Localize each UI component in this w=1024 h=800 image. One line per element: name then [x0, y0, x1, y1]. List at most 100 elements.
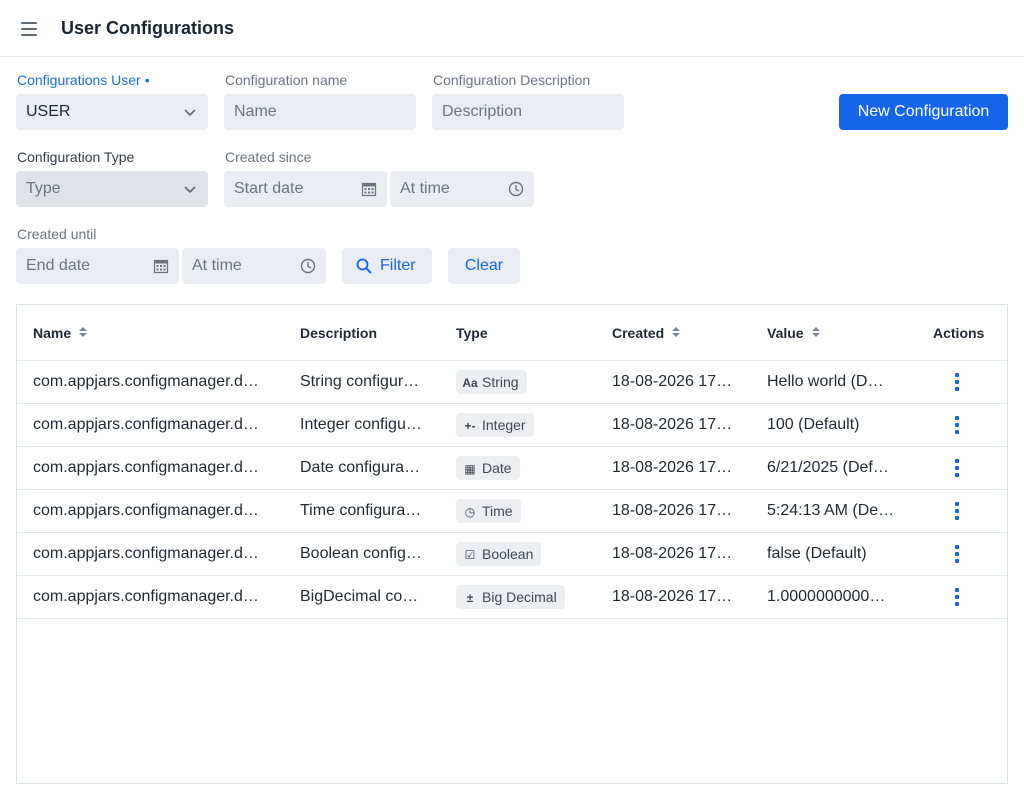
- cell-value: false (Default): [767, 545, 867, 562]
- cell-created: 18-08-2026 17…: [612, 545, 733, 562]
- filter-button-label: Filter: [380, 257, 416, 274]
- sort-icon[interactable]: [811, 327, 820, 339]
- table-row[interactable]: com.appjars.configmanager.d… String confi…: [17, 361, 1007, 404]
- type-icon: +-: [464, 419, 476, 433]
- type-badge-label: Boolean: [482, 546, 534, 562]
- created-until-field: Created until End date At time: [16, 224, 327, 284]
- cell-description: Boolean config…: [300, 545, 422, 562]
- created-since-date-input[interactable]: Start date: [224, 171, 387, 207]
- cell-value: 100 (Default): [767, 416, 860, 433]
- cell-name: com.appjars.configmanager.d…: [33, 502, 259, 519]
- user-field-label: Configurations User •: [17, 72, 150, 88]
- cell-value: 5:24:13 AM (De…: [767, 502, 895, 519]
- description-input[interactable]: Description: [432, 94, 624, 130]
- created-since-field: Created since Start date At time: [224, 147, 535, 207]
- table-row[interactable]: com.appjars.configmanager.d… BigDecimal c…: [17, 576, 1007, 619]
- type-badge: ± Big Decimal: [456, 585, 565, 609]
- page-title: User Configurations: [61, 18, 235, 38]
- cell-description: String configur…: [300, 373, 420, 390]
- cell-name: com.appjars.configmanager.d…: [33, 545, 259, 562]
- new-configuration-button[interactable]: New Configuration: [839, 94, 1008, 130]
- cell-value: 6/21/2025 (Def…: [767, 459, 889, 476]
- calendar-icon[interactable]: [361, 181, 377, 197]
- created-until-time-placeholder: At time: [192, 257, 242, 274]
- created-until-label: Created until: [17, 226, 97, 242]
- type-badge-label: String: [482, 374, 519, 390]
- clear-button[interactable]: Clear: [448, 248, 520, 284]
- description-field-label: Configuration Description: [433, 72, 591, 88]
- row-actions-icon[interactable]: [955, 373, 959, 391]
- created-since-label: Created since: [225, 149, 312, 165]
- calendar-icon[interactable]: [153, 258, 169, 274]
- type-icon: Aa: [462, 376, 478, 390]
- type-badge-label: Big Decimal: [482, 589, 557, 605]
- cell-name: com.appjars.configmanager.d…: [33, 373, 259, 390]
- row-actions-icon[interactable]: [955, 416, 959, 434]
- created-until-date-placeholder: End date: [26, 257, 91, 274]
- filter-button[interactable]: Filter: [342, 248, 432, 284]
- chevron-down-icon: [184, 109, 196, 117]
- sort-icon[interactable]: [672, 327, 681, 339]
- type-badge: ◷ Time: [456, 499, 521, 523]
- column-header-type: Type: [456, 325, 488, 341]
- cell-name: com.appjars.configmanager.d…: [33, 416, 259, 433]
- cell-description: Date configura…: [300, 459, 421, 476]
- table-row[interactable]: com.appjars.configmanager.d… Time configu…: [17, 490, 1007, 533]
- type-icon: ±: [466, 591, 474, 605]
- cell-created: 18-08-2026 17…: [612, 459, 733, 476]
- row-actions-icon[interactable]: [955, 545, 959, 563]
- created-since-time-input[interactable]: At time: [390, 171, 534, 207]
- type-badge-label: Time: [482, 503, 513, 519]
- name-field: Configuration name Name: [224, 70, 416, 130]
- clock-icon[interactable]: [508, 181, 524, 197]
- cell-description: Integer configu…: [300, 416, 422, 433]
- cell-description: Time configura…: [300, 502, 422, 519]
- chevron-down-icon: [184, 186, 196, 194]
- description-field: Configuration Description Description: [432, 70, 624, 130]
- row-actions-icon[interactable]: [955, 588, 959, 606]
- created-until-date-input[interactable]: End date: [16, 248, 179, 284]
- cell-created: 18-08-2026 17…: [612, 588, 733, 605]
- created-since-time-placeholder: At time: [400, 180, 450, 197]
- cell-created: 18-08-2026 17…: [612, 373, 733, 390]
- type-icon: ▦: [464, 462, 476, 476]
- cell-name: com.appjars.configmanager.d…: [33, 588, 259, 605]
- top-bar: User Configurations: [0, 0, 1024, 57]
- type-select[interactable]: Type: [16, 171, 208, 207]
- grid-header: Name Description Type Created Value Acti…: [17, 305, 1007, 361]
- type-field: Configuration Type Type: [16, 147, 208, 207]
- cell-value: Hello world (D…: [767, 373, 884, 390]
- type-field-label: Configuration Type: [17, 149, 135, 165]
- column-header-actions: Actions: [933, 325, 985, 341]
- clock-icon[interactable]: [300, 258, 316, 274]
- type-badge: ▦ Date: [456, 456, 520, 480]
- column-header-created[interactable]: Created: [612, 305, 681, 361]
- column-header-value[interactable]: Value: [767, 305, 820, 361]
- row-actions-icon[interactable]: [955, 502, 959, 520]
- row-actions-icon[interactable]: [955, 459, 959, 477]
- configurations-grid: Name Description Type Created Value Acti…: [16, 304, 1008, 784]
- user-field: Configurations User • USER: [16, 70, 208, 130]
- type-badge: +- Integer: [456, 413, 534, 437]
- column-header-name[interactable]: Name: [33, 305, 88, 361]
- user-select[interactable]: USER: [16, 94, 208, 130]
- type-icon: ◷: [464, 505, 476, 519]
- name-input[interactable]: Name: [224, 94, 416, 130]
- search-icon: [356, 258, 372, 274]
- cell-name: com.appjars.configmanager.d…: [33, 459, 259, 476]
- column-header-description: Description: [300, 325, 378, 341]
- type-badge-label: Date: [482, 460, 512, 476]
- created-until-time-input[interactable]: At time: [182, 248, 326, 284]
- type-badge-label: Integer: [482, 417, 526, 433]
- table-row[interactable]: com.appjars.configmanager.d… Integer conf…: [17, 404, 1007, 447]
- type-icon: ☑: [464, 548, 476, 562]
- menu-icon[interactable]: [18, 18, 42, 40]
- name-field-label: Configuration name: [225, 72, 348, 88]
- table-row[interactable]: com.appjars.configmanager.d… Date configu…: [17, 447, 1007, 490]
- cell-created: 18-08-2026 17…: [612, 416, 733, 433]
- user-select-value: USER: [26, 103, 71, 120]
- sort-icon[interactable]: [79, 327, 88, 339]
- created-since-date-placeholder: Start date: [234, 180, 304, 197]
- table-row[interactable]: com.appjars.configmanager.d… Boolean conf…: [17, 533, 1007, 576]
- cell-created: 18-08-2026 17…: [612, 502, 733, 519]
